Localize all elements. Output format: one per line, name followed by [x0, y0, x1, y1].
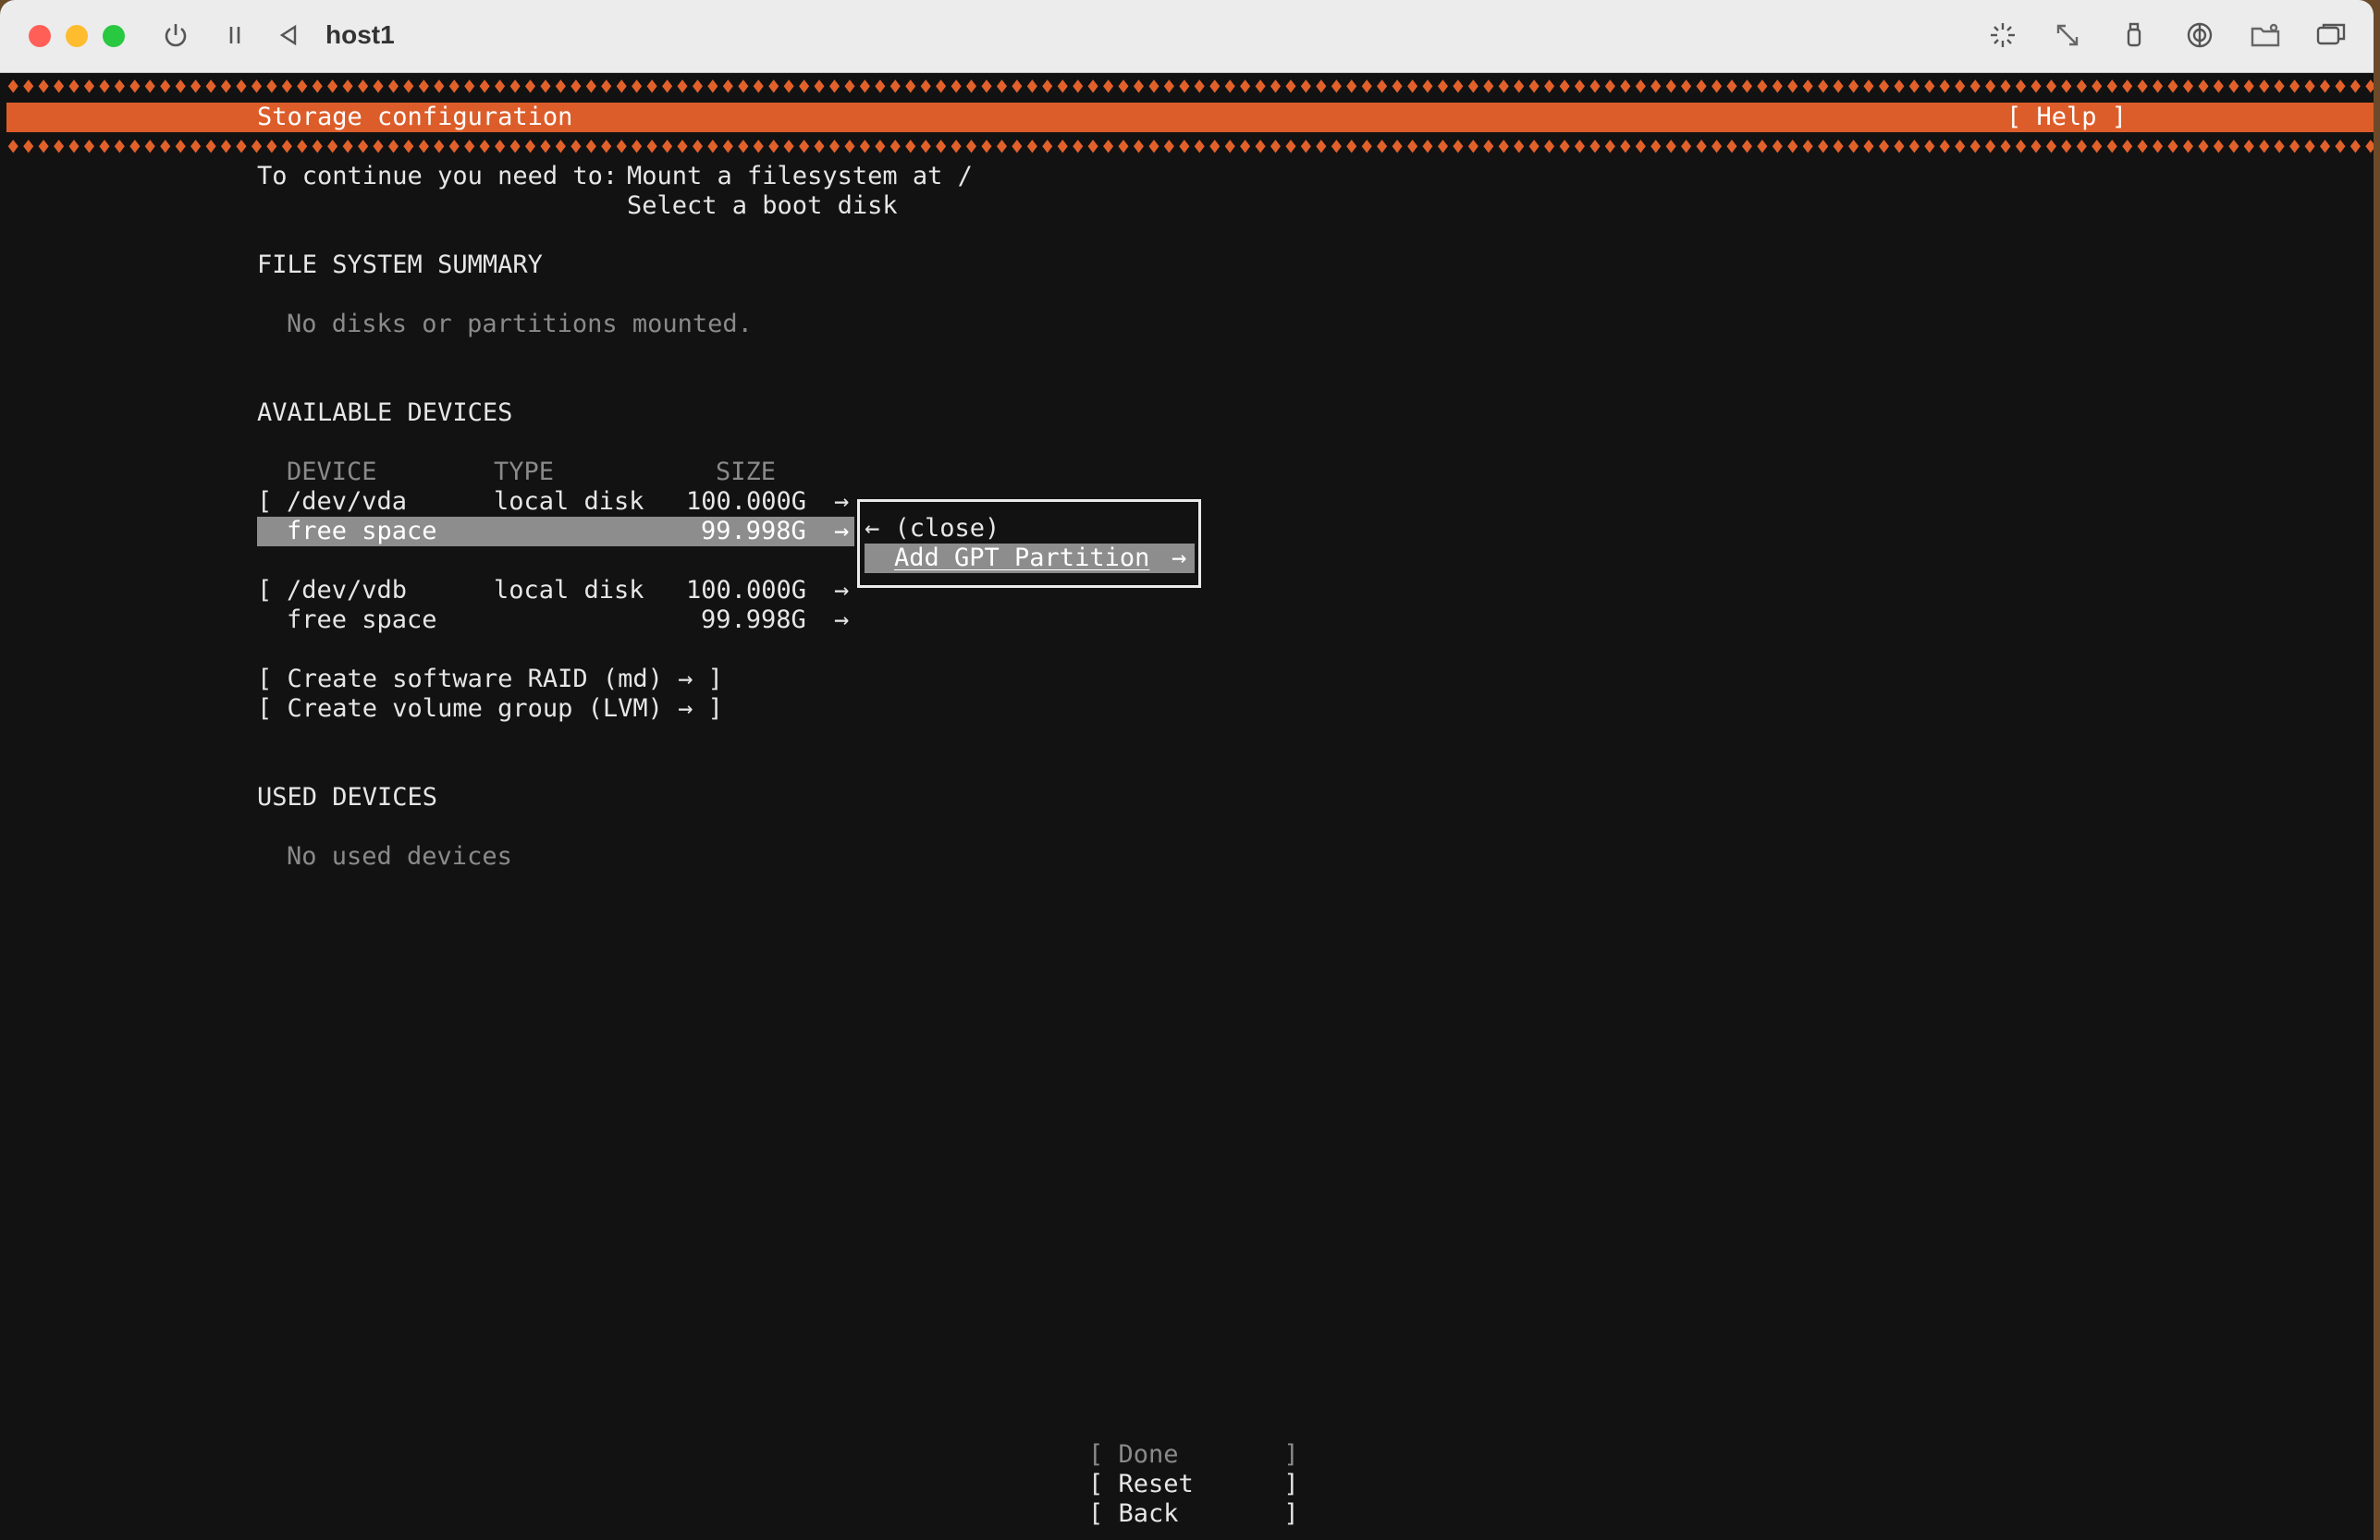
column-type: TYPE: [494, 458, 555, 486]
free-space-row-vda-selected[interactable]: free space 99.998G →: [257, 517, 854, 546]
power-icon[interactable]: [159, 18, 192, 52]
create-raid-button[interactable]: [ Create software RAID (md) → ]: [257, 665, 723, 694]
arrow-right-icon: →: [834, 576, 850, 605]
window-titlebar: host1: [0, 0, 2374, 73]
device-context-menu: ← (close) Add GPT Partition →: [857, 499, 1201, 588]
network-icon[interactable]: [2183, 18, 2216, 52]
arrow-right-icon: →: [834, 605, 850, 634]
device-name: /dev/vda: [287, 487, 408, 516]
device-type: local disk: [494, 487, 644, 516]
done-button[interactable]: [ Done ]: [1088, 1440, 1299, 1470]
device-bracket: [: [257, 576, 273, 605]
device-type: local disk: [494, 576, 644, 605]
device-size: 100.000G: [686, 576, 807, 605]
vm-window: host1 ♦♦♦♦♦♦♦♦♦♦♦♦♦♦♦♦♦♦♦♦♦♦♦♦♦♦♦♦♦♦♦♦♦♦…: [0, 0, 2374, 1540]
free-space-size: 99.998G: [701, 605, 806, 634]
device-name: /dev/vdb: [287, 576, 408, 605]
device-bracket: [: [257, 487, 273, 516]
minimize-window-button[interactable]: [66, 25, 88, 47]
column-size: SIZE: [716, 458, 777, 486]
used-devices-empty: No used devices: [287, 842, 512, 871]
close-window-button[interactable]: [29, 25, 51, 47]
menu-add-gpt-label: Add GPT Partition: [894, 544, 1150, 572]
page-title: Storage configuration: [257, 103, 573, 131]
header-bar: Storage configuration [ Help ]: [6, 103, 2374, 132]
usb-icon[interactable]: [2117, 18, 2151, 52]
used-devices-heading: USED DEVICES: [257, 783, 438, 812]
instructions-prefix: To continue you need to:: [257, 162, 633, 190]
menu-add-gpt-partition[interactable]: Add GPT Partition →: [865, 544, 1195, 573]
arrow-right-icon: →: [834, 517, 850, 545]
fs-summary-empty: No disks or partitions mounted.: [287, 310, 753, 338]
available-devices-heading: AVAILABLE DEVICES: [257, 398, 513, 427]
zoom-window-button[interactable]: [103, 25, 125, 47]
free-space-label: free space: [287, 517, 437, 545]
window-icon[interactable]: [2314, 18, 2348, 52]
resize-icon[interactable]: [2051, 18, 2084, 52]
device-size: 100.000G: [686, 487, 807, 516]
arrow-right-icon: →: [1172, 544, 1187, 572]
installer-screen: ♦♦♦♦♦♦♦♦♦♦♦♦♦♦♦♦♦♦♦♦♦♦♦♦♦♦♦♦♦♦♦♦♦♦♦♦♦♦♦♦…: [6, 73, 2374, 1540]
back-icon[interactable]: [272, 18, 305, 52]
instruction-boot-disk: Select a boot disk: [627, 191, 898, 220]
display-icon[interactable]: [1986, 18, 2019, 52]
back-button[interactable]: [ Back ]: [1088, 1499, 1299, 1529]
reset-button[interactable]: [ Reset ]: [1088, 1470, 1299, 1499]
pause-icon[interactable]: [218, 18, 251, 52]
fs-summary-heading: FILE SYSTEM SUMMARY: [257, 251, 543, 279]
column-device: DEVICE: [287, 458, 377, 486]
menu-close-item[interactable]: ← (close): [865, 514, 1000, 544]
header-top-band: ♦♦♦♦♦♦♦♦♦♦♦♦♦♦♦♦♦♦♦♦♦♦♦♦♦♦♦♦♦♦♦♦♦♦♦♦♦♦♦♦…: [6, 75, 2374, 99]
help-button[interactable]: [ Help ]: [2006, 103, 2127, 132]
instruction-mount: Mount a filesystem at /: [627, 162, 973, 190]
shared-folder-icon[interactable]: [2249, 18, 2282, 52]
window-title: host1: [325, 20, 395, 49]
free-space-label: free space: [287, 605, 437, 634]
create-lvm-button[interactable]: [ Create volume group (LVM) → ]: [257, 694, 723, 724]
arrow-right-icon: →: [834, 487, 850, 516]
free-space-size: 99.998G: [701, 517, 806, 545]
header-bottom-band: ♦♦♦♦♦♦♦♦♦♦♦♦♦♦♦♦♦♦♦♦♦♦♦♦♦♦♦♦♦♦♦♦♦♦♦♦♦♦♦♦…: [6, 135, 2374, 159]
